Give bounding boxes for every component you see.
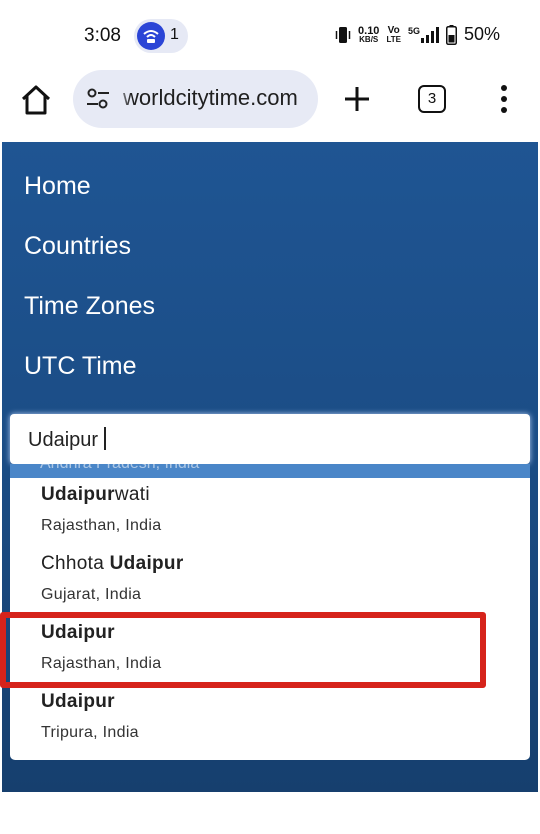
nav-home[interactable]: Home	[24, 172, 91, 201]
address-bar[interactable]: worldcitytime.com	[73, 70, 318, 128]
status-bar: 3:08 1 0.10 KB/S Vo LTE 5G 50%	[0, 0, 540, 70]
status-time: 3:08	[84, 25, 121, 46]
suggestion-name: Udaipurwati	[41, 484, 150, 505]
city-search-input[interactable]: Udaipur	[10, 414, 530, 464]
nav-countries[interactable]: Countries	[24, 232, 131, 261]
status-icons: 0.10 KB/S Vo LTE 5G 50%	[335, 24, 500, 45]
dropdown-active-strip: Andhra Pradesh, India	[10, 464, 530, 478]
new-tab-button[interactable]	[340, 82, 374, 116]
more-menu-button[interactable]	[494, 82, 514, 116]
volte-indicator: Vo LTE	[386, 24, 401, 44]
vibrate-icon	[335, 26, 351, 43]
more-vert-icon	[501, 85, 507, 113]
browser-toolbar: worldcitytime.com 3	[0, 70, 540, 142]
site-header: Home Countries Time Zones UTC Time Udaip…	[2, 142, 538, 792]
hotspot-indicator[interactable]: 1	[134, 19, 188, 53]
suggestion-region: Tripura, India	[41, 724, 139, 741]
home-button[interactable]	[18, 82, 54, 118]
home-icon	[21, 85, 51, 115]
nav-time-zones[interactable]: Time Zones	[24, 292, 155, 321]
suggestion-name: Chhota Udaipur	[41, 553, 184, 574]
suggestion-region: Gujarat, India	[41, 586, 142, 603]
url-fade	[113, 70, 131, 128]
suggestion-item[interactable]: Udaipurwati Rajasthan, India	[10, 484, 530, 553]
battery-percent: 50%	[463, 24, 500, 44]
suggestion-name: Udaipur	[41, 691, 115, 712]
battery-icon	[445, 24, 457, 45]
hotspot-count: 1	[170, 26, 179, 43]
suggestion-region: Rajasthan, India	[41, 517, 162, 534]
network-speed: 0.10 KB/S	[358, 24, 380, 44]
site-settings-icon[interactable]	[85, 87, 111, 111]
annotation-highlight-box	[0, 612, 486, 688]
dropdown-ghost-text: Andhra Pradesh, India	[40, 464, 199, 473]
text-cursor	[104, 427, 106, 450]
hotspot-icon	[137, 22, 165, 50]
tab-switcher-button[interactable]: 3	[418, 85, 446, 113]
nav-utc-time[interactable]: UTC Time	[24, 352, 137, 381]
search-value: Udaipur	[28, 427, 106, 452]
url-text: worldcitytime.com	[123, 85, 298, 110]
signal-icon: 5G	[408, 26, 439, 43]
suggestion-item[interactable]: Udaipur Tripura, India	[10, 691, 530, 760]
plus-icon	[345, 87, 369, 111]
